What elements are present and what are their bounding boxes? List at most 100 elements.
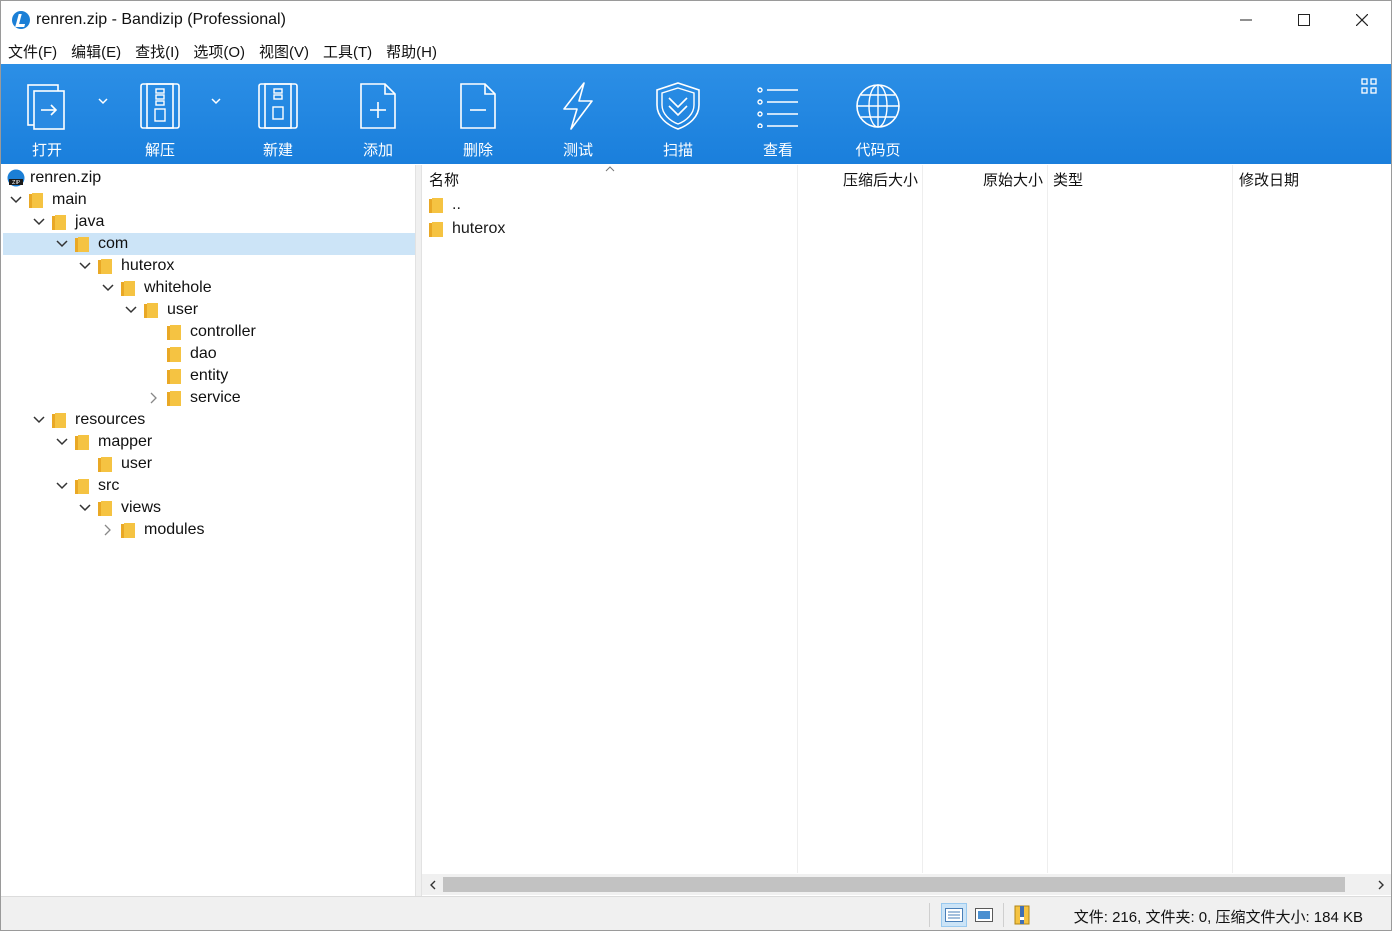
folder-icon [429, 222, 443, 237]
tree-node[interactable]: service [3, 387, 415, 409]
zip-archive-icon: ZIP [7, 169, 25, 187]
chevron-down-icon[interactable] [54, 431, 70, 453]
tree-node[interactable]: views [3, 497, 415, 519]
chevron-down-icon[interactable] [31, 211, 47, 233]
menu-file[interactable]: 文件(F) [8, 41, 57, 62]
menu-help[interactable]: 帮助(H) [386, 41, 437, 62]
image-view-icon [975, 908, 993, 922]
tree-node[interactable]: user [3, 453, 415, 475]
tree-node[interactable]: modules [3, 519, 415, 541]
maximize-icon [1298, 14, 1310, 26]
tree-node[interactable]: com [3, 233, 415, 255]
chevron-down-icon[interactable] [54, 475, 70, 497]
chevron-down-icon[interactable] [8, 189, 24, 211]
tree-node[interactable]: mapper [3, 431, 415, 453]
status-summary: 文件: 216, 文件夹: 0, 压缩文件大小: 184 KB [1073, 909, 1363, 926]
tree-node[interactable]: src [3, 475, 415, 497]
test-button[interactable]: 测试 [538, 64, 618, 164]
minimize-button[interactable] [1217, 1, 1275, 39]
tree-node-label: entity [190, 367, 229, 384]
horizontal-scrollbar[interactable] [422, 874, 1391, 895]
extract-dropdown-chevron-icon[interactable] [209, 94, 223, 108]
details-view-icon [945, 908, 963, 922]
close-button[interactable] [1333, 1, 1391, 39]
tree-root[interactable]: ZIP renren.zip [3, 167, 415, 189]
chevron-down-icon[interactable] [54, 233, 70, 255]
list-item-name: .. [452, 196, 461, 213]
column-header-name[interactable]: 名称 [429, 165, 459, 193]
folder-icon [144, 303, 158, 318]
tree-node[interactable]: whitehole [3, 277, 415, 299]
open-dropdown-chevron-icon[interactable] [96, 94, 110, 108]
menu-options[interactable]: 选项(O) [193, 41, 245, 62]
add-button[interactable]: 添加 [338, 64, 418, 164]
tree-node-label: huterox [121, 257, 175, 274]
folder-icon [98, 457, 112, 472]
tree-node[interactable]: resources [3, 409, 415, 431]
delete-button[interactable]: 删除 [438, 64, 518, 164]
column-divider[interactable] [1232, 165, 1233, 873]
maximize-button[interactable] [1275, 1, 1333, 39]
open-button[interactable]: 打开 [7, 64, 87, 164]
tree-node[interactable]: controller [3, 321, 415, 343]
menu-view[interactable]: 视图(V) [259, 41, 309, 62]
tree-node[interactable]: main [3, 189, 415, 211]
column-header-type[interactable]: 类型 [1053, 165, 1083, 193]
tree-node[interactable]: java [3, 211, 415, 233]
chevron-right-icon[interactable] [146, 387, 162, 409]
folder-icon [29, 193, 43, 208]
chevron-right-icon[interactable] [100, 519, 116, 541]
archive-info-button[interactable] [1009, 903, 1035, 927]
new-label: 新建 [262, 142, 293, 159]
folder-icon [98, 501, 112, 516]
details-view-button[interactable] [941, 903, 967, 927]
view-button[interactable]: 查看 [738, 64, 818, 164]
bandizip-logo-icon [12, 11, 30, 29]
title-bar: renren.zip - Bandizip (Professional) [1, 1, 1391, 39]
open-label: 打开 [31, 142, 62, 159]
thumbnail-view-button[interactable] [971, 903, 997, 927]
pane-splitter[interactable] [415, 165, 422, 896]
tree-node[interactable]: user [3, 299, 415, 321]
chevron-down-icon[interactable] [31, 409, 47, 431]
minimize-icon [1240, 19, 1252, 21]
list-item-parent[interactable]: .. [429, 193, 461, 217]
layout-grid-icon[interactable] [1361, 78, 1377, 94]
tree-node-label: modules [144, 521, 205, 538]
column-header-original-size[interactable]: 原始大小 [923, 165, 1043, 193]
add-label: 添加 [362, 142, 393, 159]
scan-button[interactable]: 扫描 [638, 64, 718, 164]
column-divider[interactable] [922, 165, 923, 873]
tree-node[interactable]: dao [3, 343, 415, 365]
menu-find[interactable]: 查找(I) [135, 41, 179, 62]
menu-tools[interactable]: 工具(T) [323, 41, 372, 62]
column-header-compressed-size[interactable]: 压缩后大小 [798, 165, 918, 193]
chevron-down-icon[interactable] [77, 497, 93, 519]
new-button[interactable]: 新建 [238, 64, 318, 164]
status-divider [929, 903, 930, 927]
tree-node-label: views [121, 499, 162, 516]
list-item-huterox[interactable]: huterox [429, 217, 505, 241]
column-divider[interactable] [797, 165, 798, 873]
archive-book-icon [1014, 905, 1030, 925]
chevron-down-icon[interactable] [100, 277, 116, 299]
scrollbar-thumb[interactable] [443, 877, 1345, 892]
tree-node[interactable]: entity [3, 365, 415, 387]
tree-node[interactable]: huterox [3, 255, 415, 277]
tree-node-label: resources [75, 411, 146, 428]
tree-node-label: controller [190, 323, 256, 340]
chevron-down-icon[interactable] [123, 299, 139, 321]
tree-root-label: renren.zip [30, 169, 102, 186]
scroll-left-button[interactable] [422, 874, 443, 895]
codepage-button[interactable]: 代码页 [838, 64, 918, 164]
column-header-modified-date[interactable]: 修改日期 [1239, 165, 1299, 193]
test-label: 测试 [562, 142, 593, 159]
scroll-right-button[interactable] [1370, 874, 1391, 895]
column-divider[interactable] [1047, 165, 1048, 873]
chevron-down-icon[interactable] [77, 255, 93, 277]
chevron-right-icon [1378, 880, 1384, 889]
close-icon [1356, 14, 1368, 26]
extract-button[interactable]: 解压 [120, 64, 200, 164]
menu-edit[interactable]: 编辑(E) [71, 41, 121, 62]
globe-icon [850, 78, 906, 134]
